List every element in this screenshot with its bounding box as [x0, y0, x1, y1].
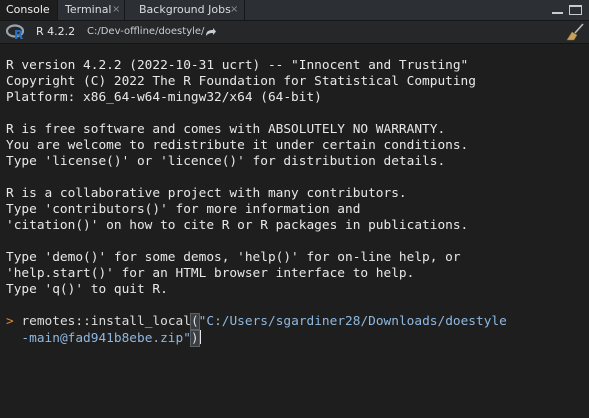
- console-line: R version 4.2.2 (2022-10-31 ucrt) -- "In…: [6, 58, 469, 73]
- console-input-continuation[interactable]: -main@fad941b8ebe.zip"): [6, 330, 201, 347]
- console-line: 'help.start()' for an HTML browser inter…: [6, 266, 415, 281]
- command-string: "C:/Users/sgardiner28/Downloads/doestyle: [198, 314, 507, 329]
- console-line: R is free software and comes with ABSOLU…: [6, 122, 446, 137]
- console-line: Type 'license()' or 'licence()' for dist…: [6, 154, 446, 169]
- open-paren: (: [189, 313, 200, 330]
- console-output[interactable]: R version 4.2.2 (2022-10-31 ucrt) -- "In…: [0, 44, 589, 418]
- tab-console[interactable]: Console: [0, 0, 58, 20]
- tab-console-label: Console: [6, 3, 50, 16]
- svg-text:R: R: [14, 28, 23, 40]
- go-to-directory-icon[interactable]: [205, 27, 217, 37]
- working-directory-path: C:/Dev-offline/doestyle/: [87, 26, 205, 37]
- command-string-continued: -main@fad941b8ebe.zip": [21, 331, 191, 346]
- close-paren: ): [189, 330, 200, 347]
- minimize-pane-icon[interactable]: [551, 5, 564, 15]
- r-version: R 4.2.2: [36, 25, 76, 38]
- console-input-line[interactable]: > remotes::install_local("C:/Users/sgard…: [6, 313, 507, 330]
- console-line: 'citation()' on how to cite R or R packa…: [6, 218, 469, 233]
- tab-background-jobs[interactable]: Background Jobs ×: [133, 0, 245, 20]
- console-line: Platform: x86_64-w64-mingw32/x64 (64-bit…: [6, 90, 322, 105]
- console-line: Type 'contributors()' for more informati…: [6, 202, 361, 217]
- console-prompt: >: [6, 314, 14, 329]
- console-line: Type 'demo()' for some demos, 'help()' f…: [6, 250, 461, 265]
- tab-background-jobs-label: Background Jobs: [139, 3, 231, 16]
- console-toolbar: R R 4.2.2 C:/Dev-offline/doestyle/: [0, 21, 589, 44]
- tab-terminal[interactable]: Terminal ×: [59, 0, 125, 20]
- maximize-pane-icon[interactable]: [569, 5, 582, 15]
- clear-console-icon[interactable]: [566, 23, 586, 41]
- console-line: Copyright (C) 2022 The R Foundation for …: [6, 74, 476, 89]
- pane-tab-bar: Console Terminal × Background Jobs ×: [0, 0, 589, 21]
- tab-terminal-label: Terminal: [65, 3, 112, 16]
- text-cursor: [199, 330, 201, 344]
- r-logo-icon: R: [6, 24, 25, 40]
- console-line: Type 'q()' to quit R.: [6, 282, 168, 297]
- console-line: You are welcome to redistribute it under…: [6, 138, 469, 153]
- console-line: R is a collaborative project with many c…: [6, 186, 407, 201]
- command-function: remotes::install_local: [21, 314, 191, 329]
- close-icon[interactable]: ×: [112, 0, 120, 20]
- close-icon[interactable]: ×: [230, 0, 238, 20]
